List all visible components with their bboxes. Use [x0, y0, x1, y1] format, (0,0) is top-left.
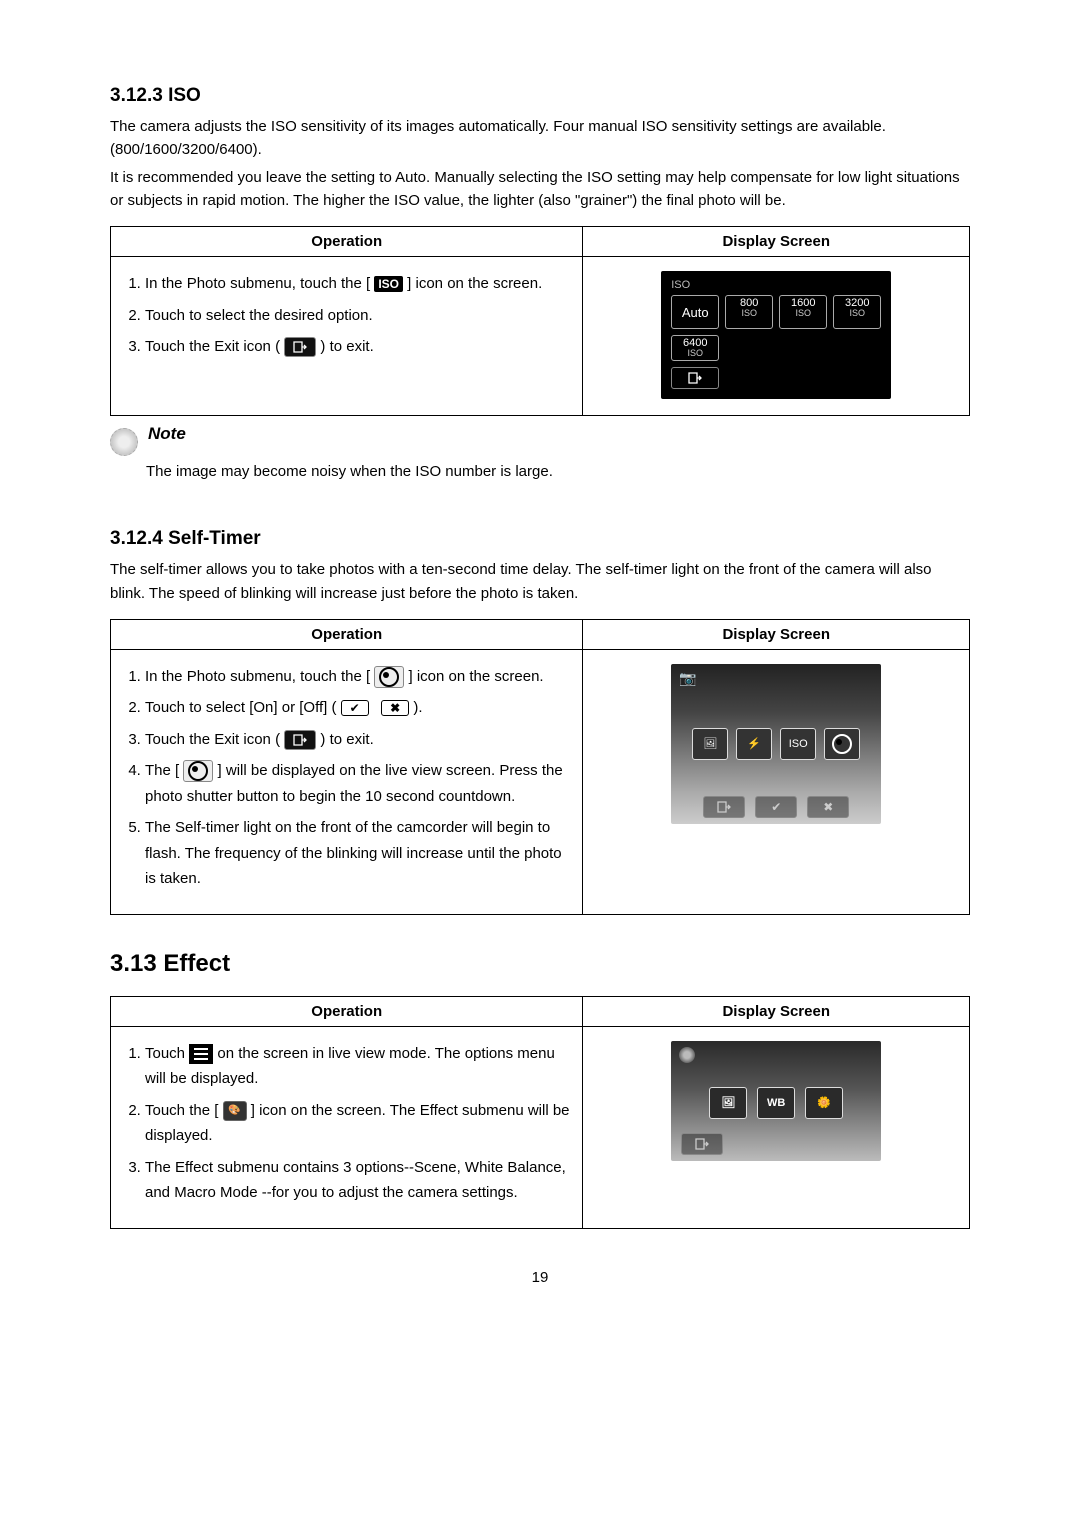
macro-icon-btn: 🌼 [805, 1087, 843, 1119]
iso-step-3: Touch the Exit icon ( ) to exit. [145, 334, 570, 360]
heading-effect: 3.13 Effect [110, 950, 970, 978]
camera-icon: 📷 [679, 670, 696, 687]
iso-6400-btn: 6400ISO [671, 335, 719, 361]
effect-step-1: Touch on the screen in live view mode. T… [145, 1041, 570, 1092]
iso-para1: The camera adjusts the ISO sensitivity o… [110, 115, 970, 162]
timer-step-4: The [ ] will be displayed on the live vi… [145, 758, 570, 809]
iso-screen-label: ISO [671, 279, 881, 291]
menu-list-icon [189, 1044, 213, 1064]
iso-screen-exit-icon [671, 367, 719, 389]
iso-table: Operation Display Screen In the Photo su… [110, 226, 970, 416]
iso-step-1: In the Photo submenu, touch the [ ISO ] … [145, 271, 570, 297]
effect-step-2: Touch the [ 🎨 ] icon on the screen. The … [145, 1098, 570, 1149]
self-timer-icon [183, 760, 213, 782]
effect-steps-cell: Touch on the screen in live view mode. T… [111, 1026, 583, 1228]
timer-screen: 📷 🖼 ⚡ ISO ✔ ✖ [671, 664, 881, 824]
check-icon: ✔ [341, 700, 369, 716]
note-text: The image may become noisy when the ISO … [146, 460, 970, 483]
scene-btn-icon: 🖼 [692, 728, 728, 760]
x-icon: ✖ [381, 700, 409, 716]
lens-icon [679, 1047, 695, 1063]
iso-icon: ISO [374, 276, 403, 292]
note-title: Note [148, 424, 186, 443]
effect-step-3: The Effect submenu contains 3 options--S… [145, 1155, 570, 1206]
iso-1600-btn: 1600ISO [779, 295, 827, 329]
screen-check-icon: ✔ [755, 796, 797, 818]
wb-icon-btn: WB [757, 1087, 795, 1119]
timer-para: The self-timer allows you to take photos… [110, 558, 970, 605]
th-operation: Operation [111, 996, 583, 1026]
effect-scene-icon: 🎨 [223, 1101, 247, 1121]
heading-iso: 3.12.3 ISO [110, 85, 970, 107]
page-number: 19 [110, 1269, 970, 1286]
timer-steps-cell: In the Photo submenu, touch the [ ] icon… [111, 649, 583, 914]
iso-auto-btn: Auto [671, 295, 719, 329]
exit-icon [284, 337, 316, 357]
heading-timer: 3.12.4 Self-Timer [110, 528, 970, 550]
th-display: Display Screen [583, 227, 970, 257]
effect-display-cell: 🖼 WB 🌼 [583, 1026, 970, 1228]
iso-3200-btn: 3200ISO [833, 295, 881, 329]
timer-step-5: The Self-timer light on the front of the… [145, 815, 570, 892]
th-operation: Operation [111, 619, 583, 649]
iso-steps-cell: In the Photo submenu, touch the [ ISO ] … [111, 257, 583, 416]
effect-table: Operation Display Screen Touch on the sc… [110, 996, 970, 1229]
iso-screen: ISO Auto 800ISO 1600ISO 3200ISO 6400ISO [661, 271, 891, 399]
timer-step-2: Touch to select [On] or [Off] ( ✔ ✖ ). [145, 695, 570, 721]
screen-exit-icon [703, 796, 745, 818]
iso-para2: It is recommended you leave the setting … [110, 166, 970, 213]
timer-display-cell: 📷 🖼 ⚡ ISO ✔ ✖ [583, 649, 970, 914]
th-operation: Operation [111, 227, 583, 257]
iso-display-cell: ISO Auto 800ISO 1600ISO 3200ISO 6400ISO [583, 257, 970, 416]
screen-x-icon: ✖ [807, 796, 849, 818]
exit-icon [284, 730, 316, 750]
timer-btn-icon [824, 728, 860, 760]
timer-step-1: In the Photo submenu, touch the [ ] icon… [145, 664, 570, 690]
effect-screen: 🖼 WB 🌼 [671, 1041, 881, 1161]
self-timer-icon [374, 666, 404, 688]
iso-step-2: Touch to select the desired option. [145, 303, 570, 329]
scene-icon-btn: 🖼 [709, 1087, 747, 1119]
iso-btn-icon: ISO [780, 728, 816, 760]
screen-exit-icon [681, 1133, 723, 1155]
iso-800-btn: 800ISO [725, 295, 773, 329]
flash-btn-icon: ⚡ [736, 728, 772, 760]
note-lightbulb-icon [110, 428, 138, 456]
th-display: Display Screen [583, 619, 970, 649]
timer-step-3: Touch the Exit icon ( ) to exit. [145, 727, 570, 753]
th-display: Display Screen [583, 996, 970, 1026]
timer-table: Operation Display Screen In the Photo su… [110, 619, 970, 915]
